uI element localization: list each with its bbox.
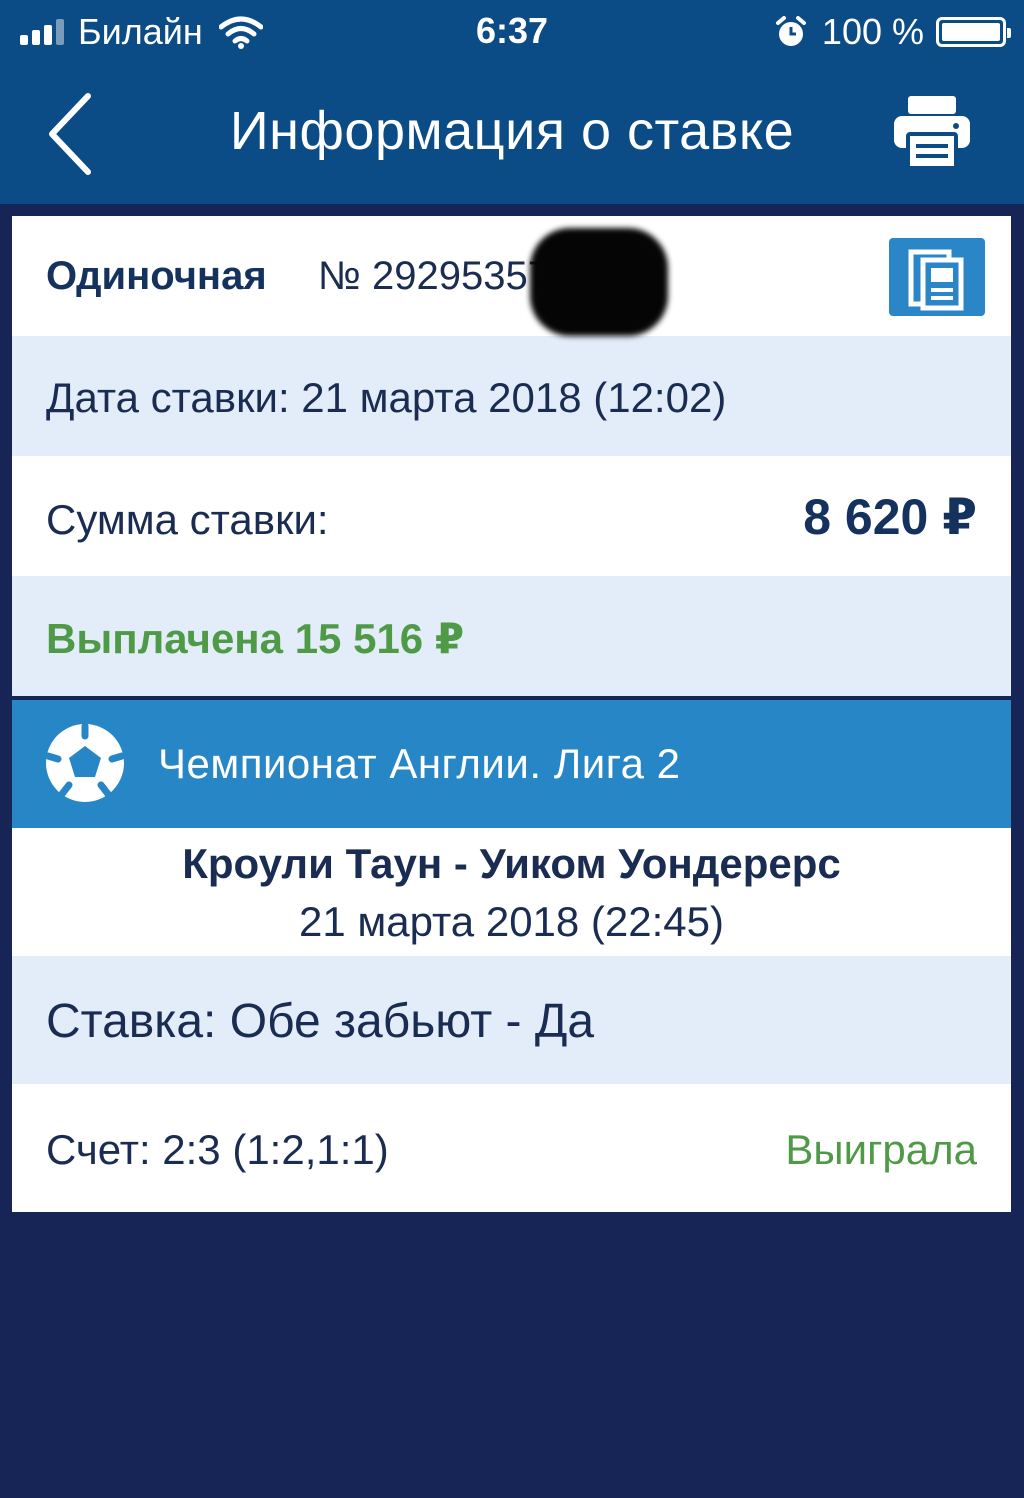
printer-icon (894, 96, 970, 170)
back-button[interactable] (36, 86, 116, 182)
league-bar: Чемпионат Англии. Лига 2 (12, 700, 1011, 828)
bet-header-row: Одиночная № 29295357773 (12, 216, 1011, 336)
pick-row: Ставка: Обе забьют - Да (12, 956, 1011, 1084)
redaction-mark (530, 228, 668, 336)
amount-label: Сумма ставки: (46, 496, 329, 543)
alarm-icon (775, 16, 806, 46)
battery-percent: 100 % (821, 11, 924, 52)
nav-bar: Информация о ставке (0, 64, 1024, 204)
copy-button[interactable] (889, 238, 985, 316)
amount-value: 8 620 ₽ (803, 489, 977, 545)
status-right: 100 % (774, 10, 1011, 54)
battery-icon (936, 17, 1011, 47)
bet-amount-row: Сумма ставки: 8 620 ₽ (12, 456, 1011, 576)
payout-row: Выплачена 15 516 ₽ (12, 576, 1011, 696)
bet-date-row: Дата ставки: 21 марта 2018 (12:02) (12, 336, 1011, 456)
league-name: Чемпионат Англии. Лига 2 (158, 740, 681, 787)
copy-icon (908, 249, 964, 311)
payout-status: Выплачена 15 516 ₽ (46, 615, 465, 662)
status-bar: Билайн 6:37 100 % (0, 0, 1024, 64)
chevron-left-icon (49, 93, 91, 175)
bet-result: Выиграла (785, 1126, 977, 1173)
bet-pick: Ставка: Обе забьют - Да (46, 995, 595, 1048)
print-button[interactable] (892, 94, 972, 170)
page-title: Информация о ставке (229, 101, 795, 161)
battery-fill (942, 23, 1000, 41)
match-date: 21 марта 2018 (22:45) (298, 898, 725, 945)
match-row: Кроули Таун - Уиком Уондерерс 21 марта 2… (12, 828, 1011, 956)
bet-date: Дата ставки: 21 марта 2018 (12:02) (46, 374, 727, 421)
score-row: Счет: 2:3 (1:2,1:1) Выиграла (12, 1084, 1011, 1212)
match-name: Кроули Таун - Уиком Уондерерс (182, 840, 841, 887)
match-score: Счет: 2:3 (1:2,1:1) (46, 1126, 389, 1173)
bet-type: Одиночная (46, 254, 267, 298)
soccer-ball-icon (44, 722, 126, 802)
